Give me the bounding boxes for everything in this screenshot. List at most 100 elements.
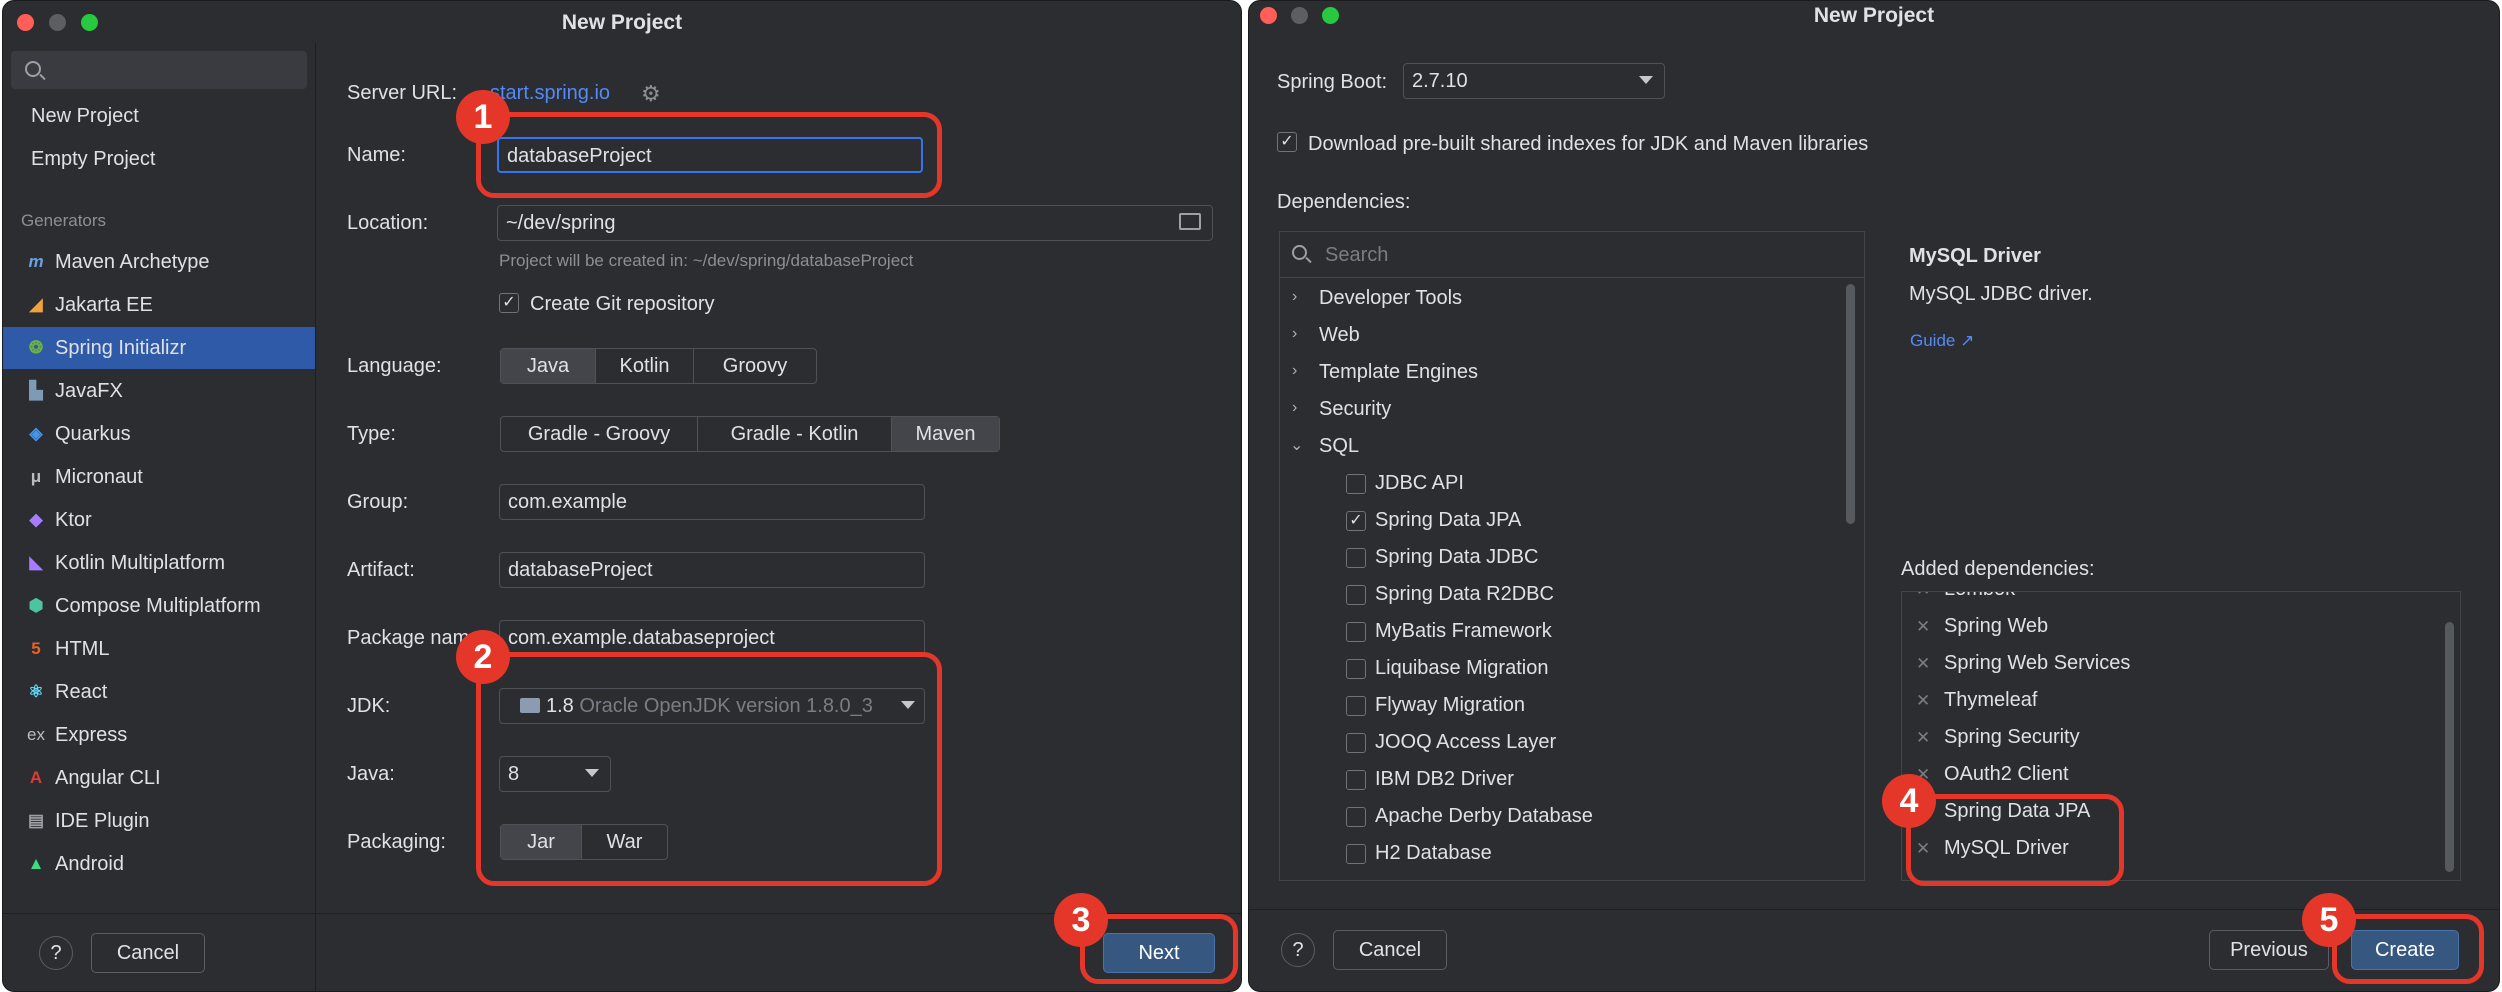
dep-apache-derby[interactable]: Apache Derby Database (1375, 805, 1593, 828)
chevron-right-icon: › (1292, 399, 1298, 416)
dep-mybatis[interactable]: MyBatis Framework (1375, 620, 1552, 643)
dep-spring-data-jdbc[interactable]: Spring Data JDBC (1375, 546, 1538, 569)
type-maven[interactable]: Maven (892, 417, 999, 451)
type-segmented: Gradle - Groovy Gradle - Kotlin Maven (500, 416, 1000, 452)
category-developer-tools[interactable]: Developer Tools (1319, 287, 1462, 310)
dep-checkbox-jdbc-api[interactable] (1346, 474, 1366, 494)
tree-scrollbar[interactable] (1846, 284, 1855, 524)
package-name-label: Package nam (347, 627, 470, 649)
spring-boot-select[interactable]: 2.7.10 (1403, 63, 1665, 99)
sidebar-item-react[interactable]: ⚛ React (3, 671, 315, 713)
step-badge-3: 3 (1054, 893, 1108, 947)
dep-flyway[interactable]: Flyway Migration (1375, 694, 1525, 717)
server-url-label: Server URL: (347, 82, 458, 104)
guide-link[interactable]: Guide ↗ (1910, 331, 1974, 351)
dep-checkbox-jooq[interactable] (1346, 733, 1366, 753)
quarkus-icon: ◈ (29, 424, 43, 443)
type-gradle-kotlin[interactable]: Gradle - Kotlin (698, 417, 892, 451)
remove-icon[interactable]: ✕ (1916, 592, 1930, 600)
sidebar-search[interactable] (11, 51, 307, 89)
added-scrollbar[interactable] (2445, 622, 2454, 872)
remove-icon[interactable]: ✕ (1916, 617, 1930, 637)
sidebar-item-android[interactable]: ▲ Android (3, 843, 315, 885)
language-kotlin[interactable]: Kotlin (596, 349, 694, 383)
sidebar-item-express[interactable]: ex Express (3, 714, 315, 756)
step-badge-5: 5 (2302, 893, 2356, 947)
category-sql[interactable]: SQL (1319, 435, 1359, 458)
dep-spring-data-r2dbc[interactable]: Spring Data R2DBC (1375, 583, 1554, 606)
dep-checkbox-mybatis[interactable] (1346, 622, 1366, 642)
dep-spring-data-jpa[interactable]: Spring Data JPA (1375, 509, 1521, 532)
sidebar-item-javafx[interactable]: ▙ JavaFX (3, 370, 315, 412)
group-input[interactable]: com.example (499, 484, 925, 520)
dep-jooq[interactable]: JOOQ Access Layer (1375, 731, 1556, 754)
close-window-button[interactable] (17, 14, 34, 31)
search-icon-handle (1305, 256, 1312, 264)
sidebar-item-angular-cli[interactable]: A Angular CLI (3, 757, 315, 799)
artifact-input[interactable]: databaseProject (499, 552, 925, 588)
dep-ibm-db2[interactable]: IBM DB2 Driver (1375, 768, 1514, 791)
sidebar-item-ktor[interactable]: ◆ Ktor (3, 499, 315, 541)
help-button[interactable]: ? (1281, 933, 1315, 967)
folder-browse-icon[interactable] (1179, 213, 1201, 230)
sidebar-divider (315, 43, 316, 991)
sidebar-item-html[interactable]: 5 HTML (3, 628, 315, 670)
dep-checkbox-spring-data-jpa[interactable]: ✓ (1346, 511, 1366, 531)
jdk-label: JDK: (347, 695, 391, 717)
sidebar-item-empty-project[interactable]: Empty Project (3, 138, 315, 180)
dep-checkbox-spring-data-r2dbc[interactable] (1346, 585, 1366, 605)
create-git-label: Create Git repository (530, 293, 715, 315)
dep-checkbox-h2[interactable] (1346, 844, 1366, 864)
dep-checkbox-apache-derby[interactable] (1346, 807, 1366, 827)
package-name-input[interactable]: com.example.databaseproject (499, 620, 925, 656)
dep-checkbox-spring-data-jdbc[interactable] (1346, 548, 1366, 568)
minimize-window-button[interactable] (1291, 7, 1308, 24)
dep-checkbox-ibm-db2[interactable] (1346, 770, 1366, 790)
create-git-checkbox[interactable]: ✓ (499, 293, 519, 313)
dep-checkbox-flyway[interactable] (1346, 696, 1366, 716)
search-icon-handle (39, 73, 46, 81)
help-button[interactable]: ? (39, 936, 73, 970)
sidebar-item-micronaut[interactable]: μ Micronaut (3, 456, 315, 498)
dependency-search[interactable]: Search (1280, 232, 1864, 278)
html-icon: 5 (31, 639, 41, 658)
server-url-link[interactable]: start.spring.io (490, 82, 610, 105)
cancel-button[interactable]: Cancel (1333, 930, 1447, 970)
sidebar-item-quarkus[interactable]: ◈ Quarkus (3, 413, 315, 455)
language-java[interactable]: Java (501, 349, 596, 383)
compose-icon: ⬢ (28, 596, 44, 615)
close-window-button[interactable] (1260, 7, 1277, 24)
sidebar-item-new-project[interactable]: New Project (3, 95, 315, 137)
type-gradle-groovy[interactable]: Gradle - Groovy (501, 417, 698, 451)
dep-h2[interactable]: H2 Database (1375, 842, 1492, 865)
spring-icon: ❂ (28, 338, 44, 357)
highlight-jdk-java-packaging (476, 652, 942, 886)
zoom-window-button[interactable] (1322, 7, 1339, 24)
dep-checkbox-liquibase[interactable] (1346, 659, 1366, 679)
sidebar-item-spring-initializr[interactable]: ❂ Spring Initializr (3, 327, 315, 369)
sidebar-item-kotlin-multiplatform[interactable]: ◣ Kotlin Multiplatform (3, 542, 315, 584)
zoom-window-button[interactable] (81, 14, 98, 31)
server-settings-gear-icon[interactable]: ⚙ (641, 81, 661, 107)
dep-jdbc-api[interactable]: JDBC API (1375, 472, 1464, 495)
remove-icon[interactable]: ✕ (1916, 691, 1930, 711)
sidebar-item-jakarta-ee[interactable]: ◢ Jakarta EE (3, 284, 315, 326)
cancel-button[interactable]: Cancel (91, 933, 205, 973)
category-template-engines[interactable]: Template Engines (1319, 361, 1478, 384)
category-security[interactable]: Security (1319, 398, 1391, 421)
minimize-window-button[interactable] (49, 14, 66, 31)
group-label: Group: (347, 491, 409, 513)
category-web[interactable]: Web (1319, 324, 1360, 347)
language-groovy[interactable]: Groovy (694, 349, 816, 383)
download-indexes-checkbox[interactable]: ✓ (1277, 132, 1297, 152)
window-title: New Project (1813, 4, 1935, 27)
step-badge-2: 2 (456, 630, 510, 684)
remove-icon[interactable]: ✕ (1916, 728, 1930, 748)
remove-icon[interactable]: ✕ (1916, 654, 1930, 674)
sidebar-item-ide-plugin[interactable]: ▤ IDE Plugin (3, 800, 315, 842)
dep-liquibase[interactable]: Liquibase Migration (1375, 657, 1548, 680)
location-input[interactable]: ~/dev/spring (497, 205, 1213, 241)
sidebar-item-maven-archetype[interactable]: m Maven Archetype (3, 241, 315, 283)
sidebar-item-compose-multiplatform[interactable]: ⬢ Compose Multiplatform (3, 585, 315, 627)
added-lombok: Lombok (1944, 592, 2015, 601)
